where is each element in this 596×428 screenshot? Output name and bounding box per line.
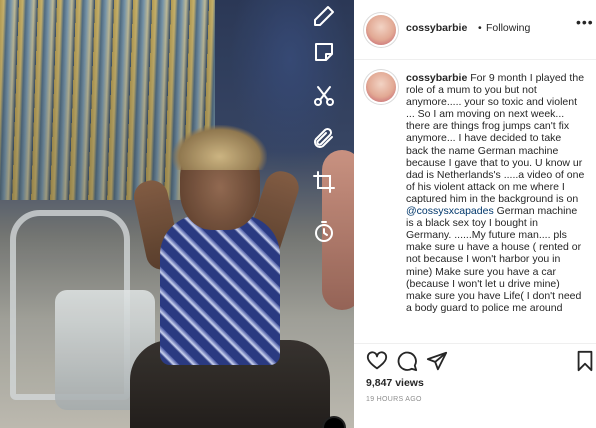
post-timestamp[interactable]: 19 HOURS AGO: [366, 396, 422, 403]
caption-text-continued: German machine is a black sex toy I boug…: [406, 205, 582, 314]
post-video[interactable]: [0, 0, 354, 428]
paperclip-icon: [312, 126, 336, 150]
post-panel: cossybarbie • Following ••• cossybarbie …: [354, 0, 596, 428]
post-actions: 9,847 views 19 HOURS AGO: [354, 343, 596, 428]
scissors-icon: [312, 84, 336, 108]
mention-link[interactable]: @cossysxcapades: [406, 205, 494, 217]
following-button[interactable]: Following: [486, 22, 530, 34]
caption-avatar[interactable]: [366, 72, 396, 102]
heart-icon[interactable]: [366, 350, 388, 372]
separator-dot: •: [478, 22, 482, 34]
avatar[interactable]: [366, 15, 396, 45]
caption-username-link[interactable]: cossybarbie: [406, 72, 467, 84]
comment-icon[interactable]: [396, 350, 418, 372]
caption-section: cossybarbie For 9 month I played the rol…: [354, 61, 596, 343]
timer-icon: [312, 220, 336, 244]
video-edit-tools: [312, 0, 338, 242]
post-header: cossybarbie • Following •••: [354, 0, 596, 60]
view-count[interactable]: 9,847 views: [366, 377, 424, 389]
post-caption: cossybarbie For 9 month I played the rol…: [406, 72, 586, 314]
video-frame: [0, 0, 354, 428]
crop-icon: [312, 170, 336, 194]
caption-text: For 9 month I played the role of a mum t…: [406, 72, 585, 205]
pencil-icon: [312, 4, 336, 28]
sticker-icon: [312, 40, 336, 64]
bookmark-icon[interactable]: [574, 350, 596, 372]
more-options-icon[interactable]: •••: [576, 14, 594, 30]
share-icon[interactable]: [426, 350, 448, 372]
username-link[interactable]: cossybarbie: [406, 22, 467, 34]
